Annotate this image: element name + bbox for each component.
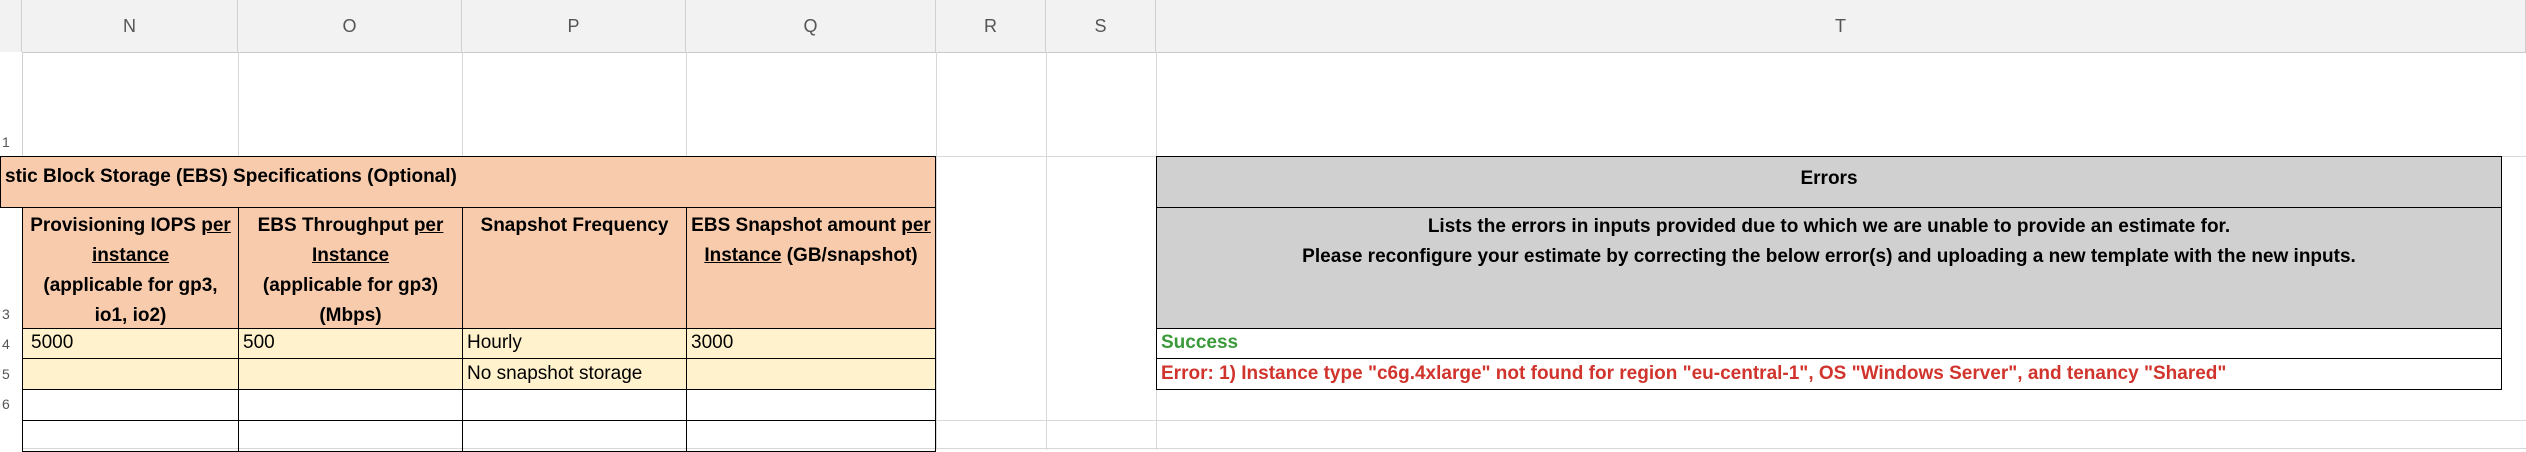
row-header-6[interactable]: 6	[0, 396, 20, 412]
header-throughput-text: EBS Throughput	[257, 215, 414, 236]
errors-section-title[interactable]: Errors	[1156, 156, 2502, 208]
cell-p7[interactable]	[462, 420, 687, 452]
header-iops-instance: instance	[91, 245, 170, 266]
cell-n4-iops[interactable]: 5000	[22, 328, 239, 359]
column-header-p[interactable]: P	[462, 0, 686, 52]
header-snapshot-amount-unit: (GB/snapshot)	[781, 245, 918, 266]
cell-n7[interactable]	[22, 420, 239, 452]
cell-o5-throughput[interactable]	[238, 358, 463, 390]
header-throughput-applicable: (applicable for gp3)	[262, 275, 439, 296]
row-header-1[interactable]: 1	[0, 134, 20, 150]
select-all-corner[interactable]	[0, 0, 22, 52]
errors-description[interactable]: Lists the errors in inputs provided due …	[1156, 207, 2502, 329]
column-header-s[interactable]: S	[1046, 0, 1156, 52]
cell-q5-amount[interactable]	[686, 358, 936, 390]
gridline	[936, 52, 937, 450]
cell-n6[interactable]	[22, 389, 239, 421]
column-header-bar: N O P Q R S T	[0, 0, 2526, 53]
errors-description-line1: Lists the errors in inputs provided due …	[1427, 216, 2231, 237]
ebs-section-title[interactable]: stic Block Storage (EBS) Specifications …	[0, 156, 936, 208]
row-header-5[interactable]: 5	[0, 366, 20, 382]
errors-row5-message[interactable]: Error: 1) Instance type "c6g.4xlarge" no…	[1156, 358, 2502, 390]
cell-q7[interactable]	[686, 420, 936, 452]
header-iops-text: Provisioning IOPS	[30, 215, 202, 236]
header-throughput-per: per	[413, 215, 444, 236]
cell-o4-throughput[interactable]: 500	[238, 328, 463, 359]
errors-description-line2: Please reconfigure your estimate by corr…	[1302, 246, 2356, 267]
cell-p4-frequency[interactable]: Hourly	[462, 328, 687, 359]
row-header-gutter	[0, 52, 23, 450]
cell-o6[interactable]	[238, 389, 463, 421]
column-header-n[interactable]: N	[22, 0, 238, 52]
header-throughput-unit: (Mbps)	[319, 305, 382, 326]
header-provisioning-iops[interactable]: Provisioning IOPS per instance (applicab…	[22, 207, 239, 329]
header-snapshot-frequency[interactable]: Snapshot Frequency	[462, 207, 687, 329]
cell-n5-iops[interactable]	[22, 358, 239, 390]
header-snapshot-amount-text: EBS Snapshot amount	[691, 215, 902, 236]
cell-p6[interactable]	[462, 389, 687, 421]
header-ebs-throughput[interactable]: EBS Throughput per Instance (applicable …	[238, 207, 463, 329]
cell-p5-frequency[interactable]: No snapshot storage	[462, 358, 687, 390]
header-snapshot-amount[interactable]: EBS Snapshot amount per Instance (GB/sna…	[686, 207, 936, 329]
column-header-r[interactable]: R	[936, 0, 1046, 52]
row-header-4[interactable]: 4	[0, 336, 20, 352]
header-iops-per: per	[201, 215, 231, 236]
row-header-3[interactable]: 3	[0, 306, 20, 322]
column-header-t[interactable]: T	[1156, 0, 2526, 52]
header-snapshot-amount-instance: Instance	[704, 245, 782, 266]
cell-o7[interactable]	[238, 420, 463, 452]
cell-q4-amount[interactable]: 3000	[686, 328, 936, 359]
errors-row4-success[interactable]: Success	[1156, 328, 2502, 359]
cell-q6[interactable]	[686, 389, 936, 421]
header-snapshot-amount-per: per	[901, 215, 931, 236]
column-header-o[interactable]: O	[238, 0, 462, 52]
header-throughput-instance: Instance	[311, 245, 390, 266]
gridline	[1046, 52, 1047, 450]
column-header-q[interactable]: Q	[686, 0, 936, 52]
header-iops-applicable: (applicable for gp3, io1, io2)	[43, 275, 218, 326]
